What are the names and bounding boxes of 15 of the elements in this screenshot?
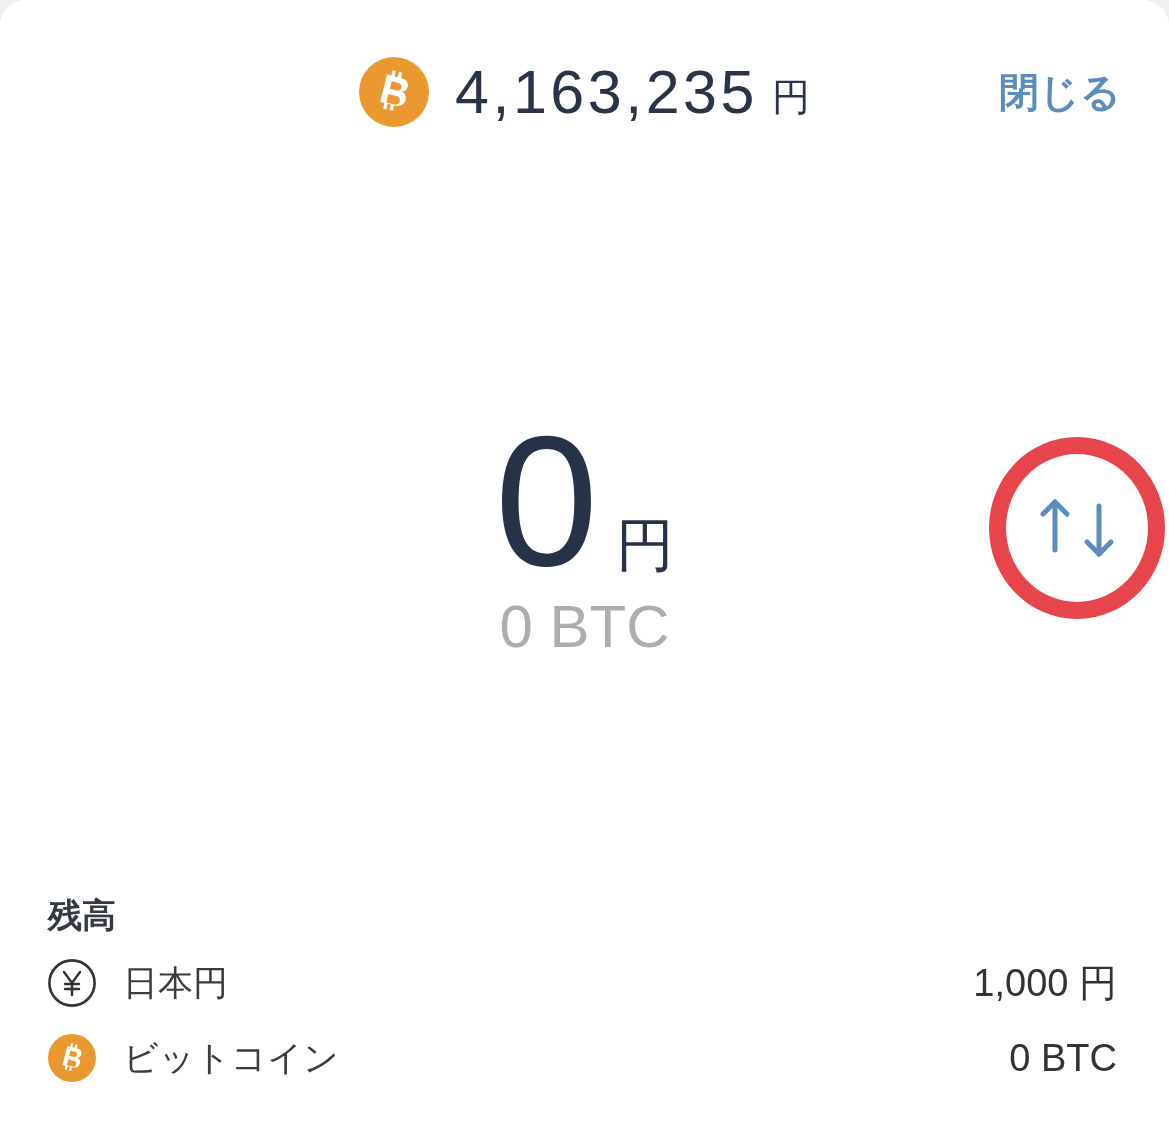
currency-name: ビットコイン [123,1036,339,1079]
converted-amount: 0 BTC [499,592,670,662]
bitcoin-icon [359,57,430,127]
balance-amount: 1,000 円 [973,960,1117,1005]
yen-icon [48,958,96,1007]
balance-amount: 0 BTC [1009,1035,1117,1080]
amount-unit: 円 [616,515,675,575]
bitcoin-icon [48,1033,96,1082]
balance-title: 残高 [48,895,117,936]
price-unit: 円 [771,75,810,120]
currency-name: 日本円 [123,961,228,1004]
swap-arrows-icon [1039,498,1115,558]
amount-value: 0 [494,408,599,594]
close-button[interactable]: 閉じる [999,68,1121,116]
price-amount: 4,163,235 [455,57,758,127]
